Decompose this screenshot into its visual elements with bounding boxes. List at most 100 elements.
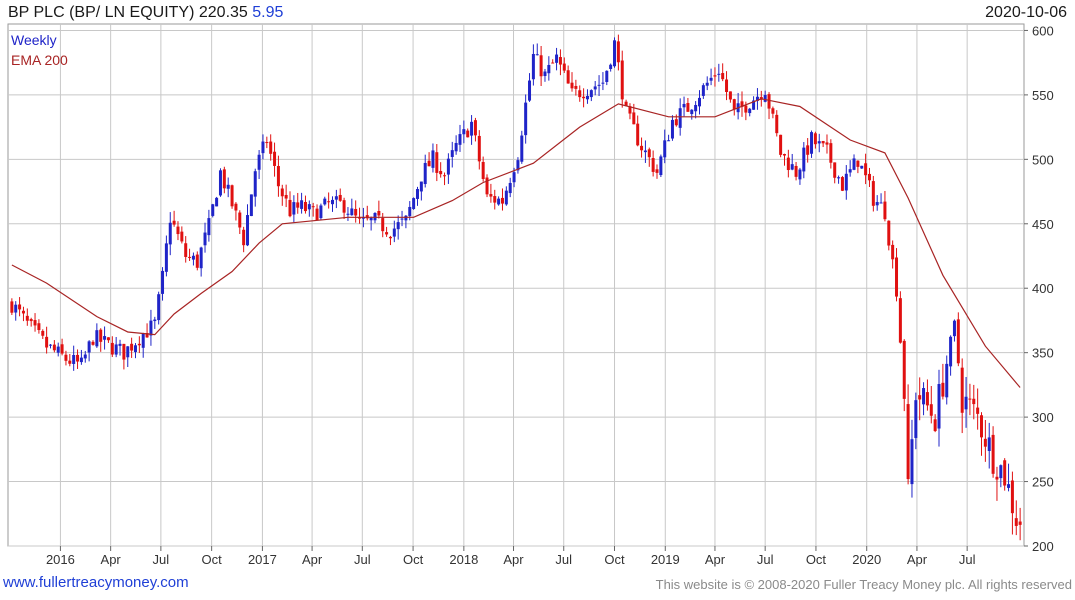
candle-body — [315, 208, 319, 221]
candle-body — [562, 63, 566, 71]
candle-body — [114, 344, 118, 355]
candle-body — [991, 434, 995, 474]
candle-body — [45, 336, 49, 348]
candle-body — [191, 255, 195, 260]
candle-body — [91, 341, 95, 345]
candle-body — [531, 53, 535, 80]
candle-body — [952, 320, 956, 337]
candle-body — [211, 204, 215, 216]
candle-body — [860, 165, 864, 169]
candle-body — [728, 91, 732, 100]
candle-body — [964, 396, 968, 410]
legend-item: Weekly — [11, 32, 57, 48]
candle-body — [674, 119, 678, 126]
candle-body — [829, 143, 833, 163]
candle-body — [682, 103, 686, 108]
candle-body — [10, 301, 14, 313]
candle-body — [775, 114, 779, 134]
candle-body — [558, 57, 562, 65]
candle-body — [215, 197, 219, 207]
candle-body — [261, 141, 265, 154]
candle-body — [895, 257, 899, 297]
candle-body — [582, 96, 586, 99]
candle-body — [694, 104, 698, 112]
candle-body — [199, 247, 203, 269]
candle-body — [705, 82, 709, 86]
candle-body — [609, 64, 613, 69]
y-tick-label: 400 — [1032, 281, 1054, 296]
candle-body — [659, 156, 663, 176]
candle-body — [427, 160, 431, 167]
candle-body — [910, 439, 914, 485]
x-axis: 2016 Apr Jul Oct 2017 Apr Jul Oct 2018 Apr Jul Oct 2… — [46, 546, 976, 567]
candle-body — [83, 354, 87, 359]
x-tick-label: 2016 — [46, 552, 75, 567]
candle-body — [458, 134, 462, 145]
candle-body — [1007, 484, 1011, 488]
x-tick-label: Apr — [101, 552, 122, 567]
candle-body — [161, 270, 165, 294]
candle-body — [249, 194, 253, 217]
candle-body — [570, 82, 574, 89]
x-tick-label: 2017 — [248, 552, 277, 567]
candle-body — [763, 95, 767, 102]
x-tick-label: Jul — [153, 552, 170, 567]
candle-body — [732, 99, 736, 110]
candle-body — [636, 123, 640, 146]
footer-website-link[interactable]: www.fullertreacymoney.com — [3, 574, 189, 591]
candle-body — [408, 206, 412, 217]
candle-body — [284, 194, 288, 199]
candle-body — [164, 243, 168, 272]
x-tick-label: Jul — [959, 552, 976, 567]
candle-body — [949, 336, 953, 367]
candle-body — [670, 119, 674, 139]
y-tick-label: 550 — [1032, 88, 1054, 103]
candle-body — [906, 404, 910, 480]
candle-body — [18, 304, 22, 310]
candle-body — [748, 108, 752, 114]
candle-body — [238, 212, 242, 228]
candle-body — [454, 142, 458, 152]
candle-body — [122, 343, 126, 360]
candle-body — [539, 55, 543, 77]
candle-body — [790, 164, 794, 170]
candle-body — [222, 169, 226, 189]
candle-body — [968, 398, 972, 400]
candle-body — [585, 95, 589, 100]
candle-body — [415, 189, 419, 199]
candle-body — [500, 197, 504, 204]
candle-body — [106, 337, 110, 341]
candle-body — [184, 243, 188, 257]
candle-body — [647, 149, 651, 158]
candle-body — [810, 132, 814, 154]
candle-body — [292, 202, 296, 215]
candle-body — [435, 152, 439, 173]
candle-body — [914, 400, 918, 438]
candle-body — [76, 354, 80, 362]
candle-body — [667, 140, 671, 142]
candle-body — [218, 170, 222, 196]
candle-body — [334, 196, 338, 200]
candle-body — [126, 346, 130, 358]
candle-body — [110, 342, 114, 355]
candle-body — [234, 203, 238, 211]
candle-body — [68, 360, 72, 364]
x-tick-label: Apr — [503, 552, 524, 567]
candle-body — [771, 108, 775, 114]
candle-body — [319, 205, 323, 219]
candle-body — [48, 344, 52, 346]
candle-body — [431, 150, 435, 168]
candle-body — [477, 135, 481, 162]
candle-body — [141, 334, 145, 348]
x-tick-label: Apr — [705, 552, 726, 567]
candle-body — [547, 64, 551, 74]
candle-body — [802, 147, 806, 172]
candle-body — [303, 201, 307, 212]
candle-body — [504, 190, 508, 205]
candle-body — [983, 438, 987, 447]
x-tick-label: Jul — [757, 552, 774, 567]
candle-body — [385, 232, 389, 235]
candle-body — [817, 141, 821, 144]
candle-body — [60, 344, 64, 354]
candle-body — [172, 220, 176, 225]
